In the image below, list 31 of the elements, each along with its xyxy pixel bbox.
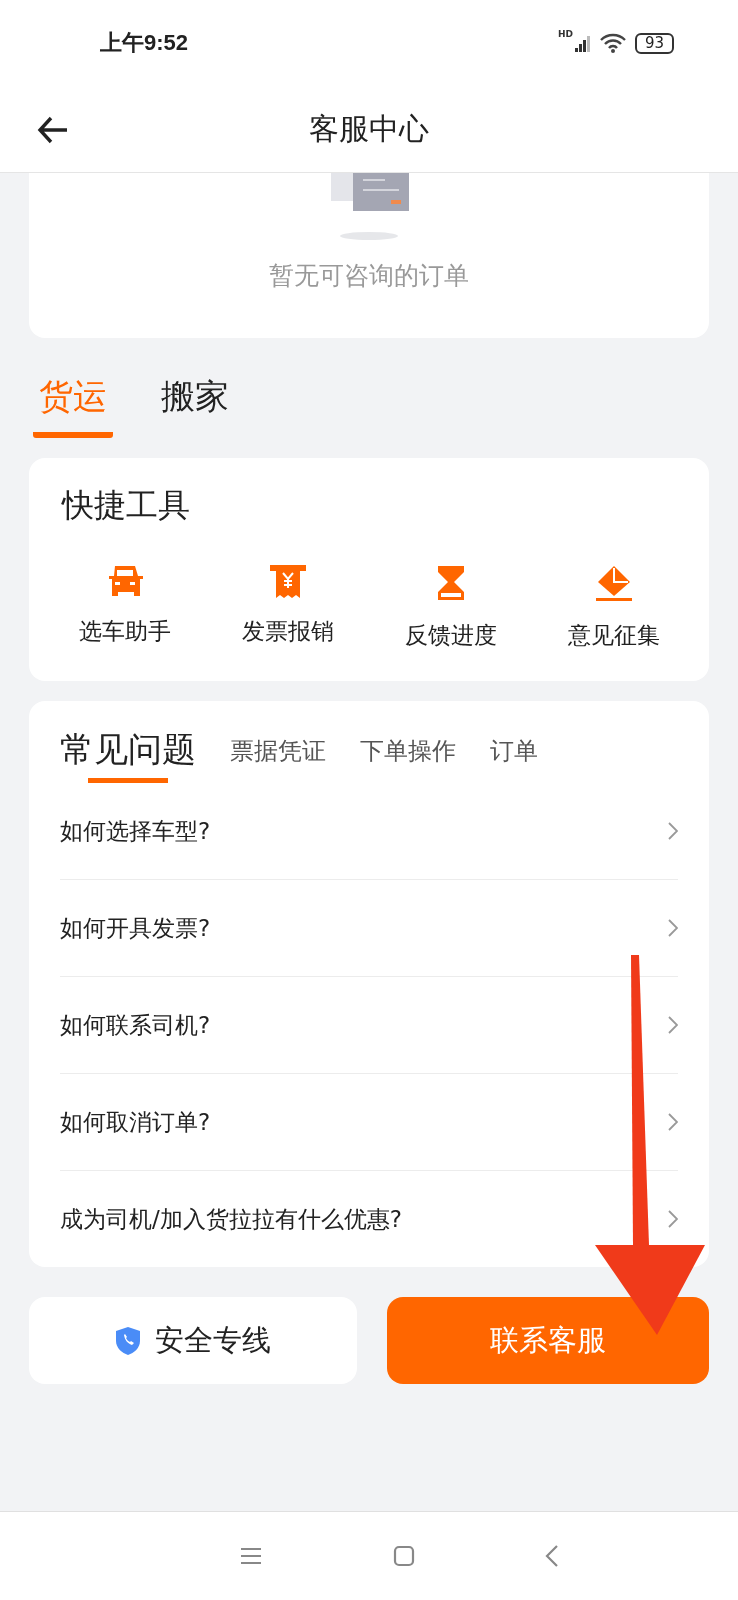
envelope-icon <box>593 564 634 602</box>
question-row[interactable]: 如何选择车型? <box>60 783 678 880</box>
menu-icon[interactable] <box>239 1546 263 1566</box>
quick-tool-button[interactable]: 反馈进度 <box>404 564 497 651</box>
faq-tab[interactable]: 下单操作 <box>360 727 456 767</box>
category-tab[interactable]: 搬家 <box>155 374 235 438</box>
battery-icon: 93 <box>634 32 674 54</box>
action-button[interactable]: 安全专线 <box>29 1297 357 1384</box>
faq-tab[interactable]: 订单 <box>490 727 538 767</box>
quick-tool-button[interactable]: 意见征集 <box>567 564 660 651</box>
section-title: 快捷工具 <box>60 485 191 526</box>
quick-tool-button[interactable]: 发票报销 <box>241 564 334 651</box>
wifi-icon <box>598 33 627 53</box>
quick-tool-button[interactable]: 选车助手 <box>78 564 171 651</box>
faq-tab[interactable]: 票据凭证 <box>230 727 326 767</box>
status-time: 上午9:52 <box>100 29 189 57</box>
home-icon[interactable] <box>393 1545 415 1567</box>
chevron-right-icon <box>668 1113 678 1131</box>
signal-icon <box>574 34 591 52</box>
page-title: 客服中心 <box>309 109 429 148</box>
question-row[interactable]: 成为司机/加入货拉拉有什么优惠? <box>60 1171 678 1267</box>
back-arrow-icon[interactable] <box>37 116 69 144</box>
receipt-icon <box>268 564 307 598</box>
chevron-right-icon <box>668 1016 678 1034</box>
chevron-right-icon <box>668 919 678 937</box>
chevron-right-icon <box>668 1210 678 1228</box>
empty-orders-text: 暂无可咨询的订单 <box>269 260 469 292</box>
shield-phone-icon <box>115 1325 141 1356</box>
network-label: HD <box>557 28 573 39</box>
back-icon[interactable] <box>545 1544 559 1568</box>
chevron-right-icon <box>668 822 678 840</box>
